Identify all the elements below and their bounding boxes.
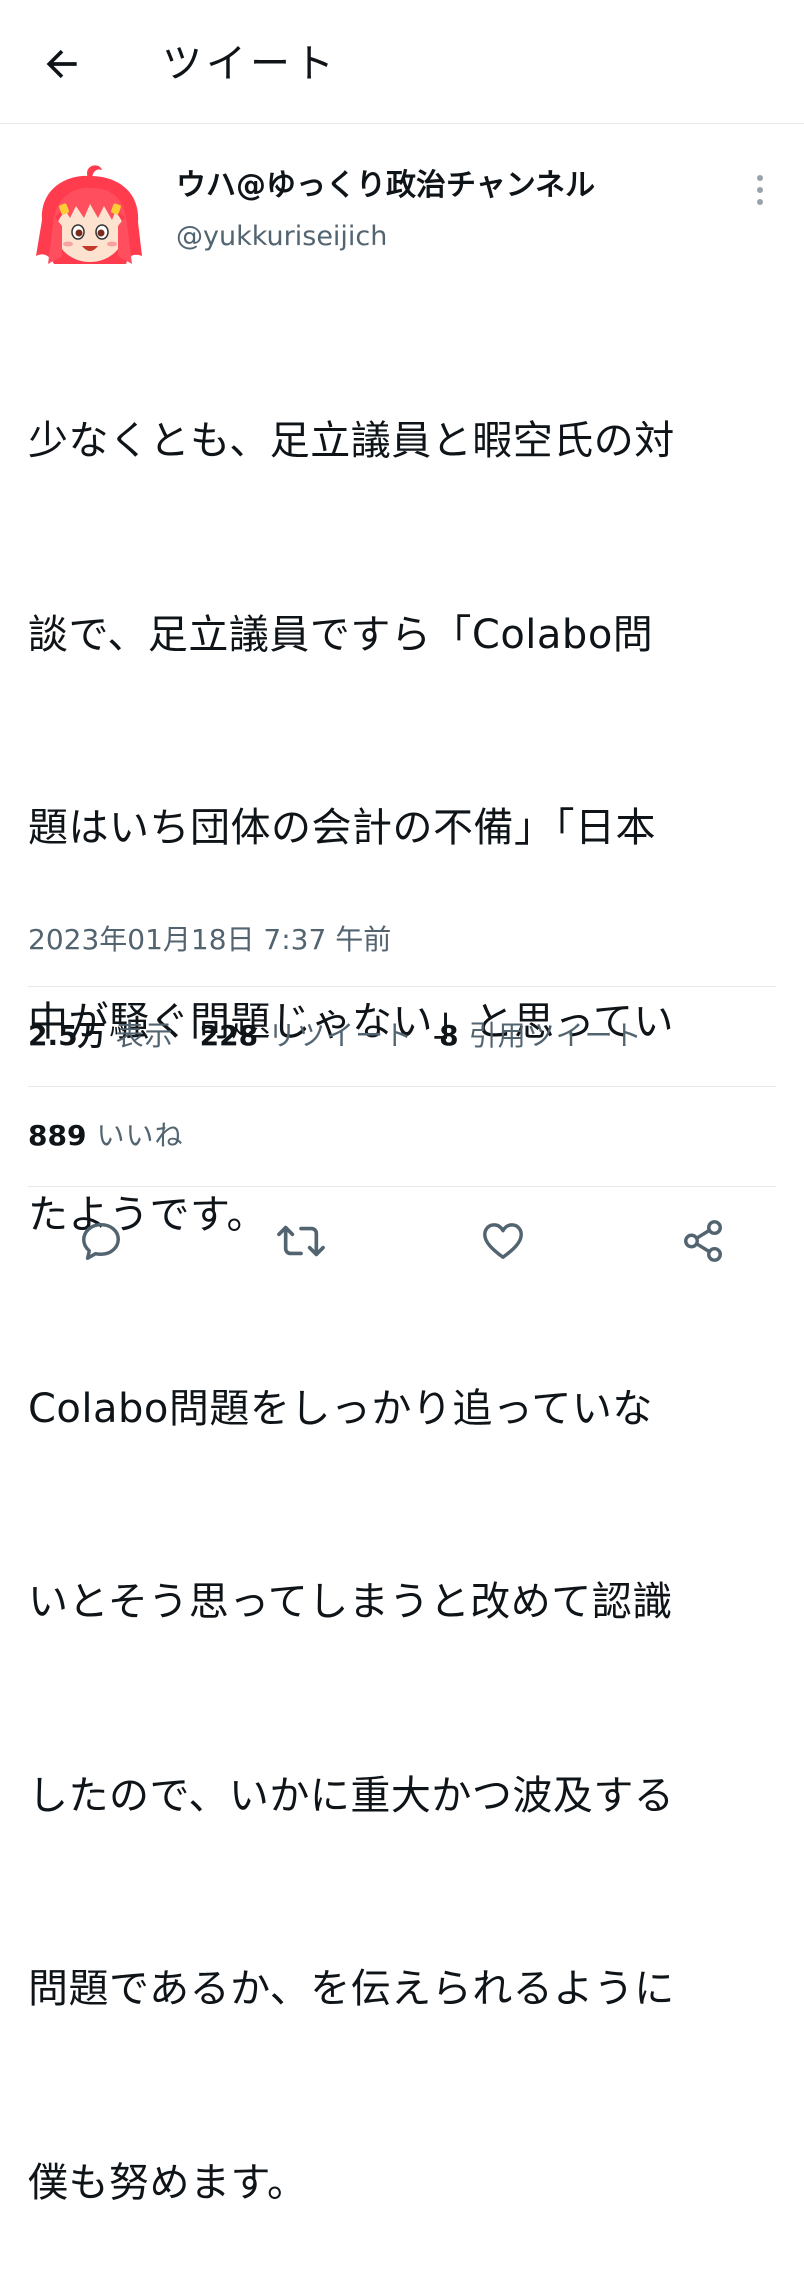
retweet-icon (277, 1225, 325, 1257)
views-count: 2.5万 (28, 1019, 106, 1052)
more-options-button[interactable] (740, 170, 780, 210)
avatar-image (36, 165, 142, 264)
divider (28, 986, 776, 987)
retweets-label: リツイート (268, 1019, 414, 1052)
share-button[interactable] (678, 1216, 728, 1266)
author-display-name[interactable]: ウハ@ゆっくり政治チャンネル (176, 166, 595, 206)
tweet-line: 少なくとも、足立議員と暇空氏の対 (28, 418, 675, 464)
likes-label: いいね (96, 1119, 184, 1152)
more-vertical-icon (757, 175, 763, 205)
author-handle[interactable]: @yukkuriseijich (176, 218, 387, 256)
tweet-line: 題はいち団体の会計の不備」「日本 (28, 805, 656, 851)
like-button[interactable] (478, 1216, 528, 1266)
views-stat[interactable]: 2.5万 表示 (28, 1014, 174, 1058)
quotes-count: 8 (439, 1019, 459, 1052)
back-button[interactable] (32, 34, 92, 94)
action-bar (0, 1200, 804, 1280)
stats-row: 2.5万 表示 228 リツイート 8 引用ツイート (28, 1014, 669, 1058)
avatar[interactable] (28, 160, 152, 284)
tweet-line: 問題であるか、を伝えられるように (28, 1966, 675, 2012)
tweet-line: 僕も努めます。 (28, 2159, 308, 2206)
tweet-line: いとそう思ってしまうと改めて認識 (28, 1579, 673, 1625)
retweets-count: 228 (199, 1019, 259, 1052)
divider (28, 1186, 776, 1187)
tweet-timestamp[interactable]: 2023年01月18日 7:37 午前 (28, 918, 391, 962)
views-label: 表示 (115, 1019, 174, 1052)
page-title: ツイート (162, 41, 338, 87)
retweets-stat[interactable]: 228 リツイート (200, 1014, 413, 1058)
reply-button[interactable] (76, 1216, 126, 1266)
arrow-left-icon (46, 49, 77, 79)
likes-stat[interactable]: 889 いいね (28, 1114, 183, 1158)
likes-row: 889 いいね (28, 1114, 209, 1158)
likes-count: 889 (28, 1119, 87, 1152)
share-icon (684, 1220, 722, 1262)
top-bar: ツイート (0, 0, 804, 124)
tweet-line: Colabo問題をしっかり追っていな (28, 1385, 653, 1432)
quotes-label: 引用ツイート (468, 1019, 643, 1052)
divider (28, 1086, 776, 1087)
tweet-line: したので、いかに重大かつ波及する (28, 1772, 675, 1819)
quotes-stat[interactable]: 8 引用ツイート (439, 1014, 643, 1058)
heart-icon (483, 1223, 523, 1260)
retweet-button[interactable] (276, 1216, 326, 1266)
reply-icon (82, 1222, 120, 1260)
tweet-line: 談で、足立議員ですら「Colabo問 (28, 611, 654, 658)
